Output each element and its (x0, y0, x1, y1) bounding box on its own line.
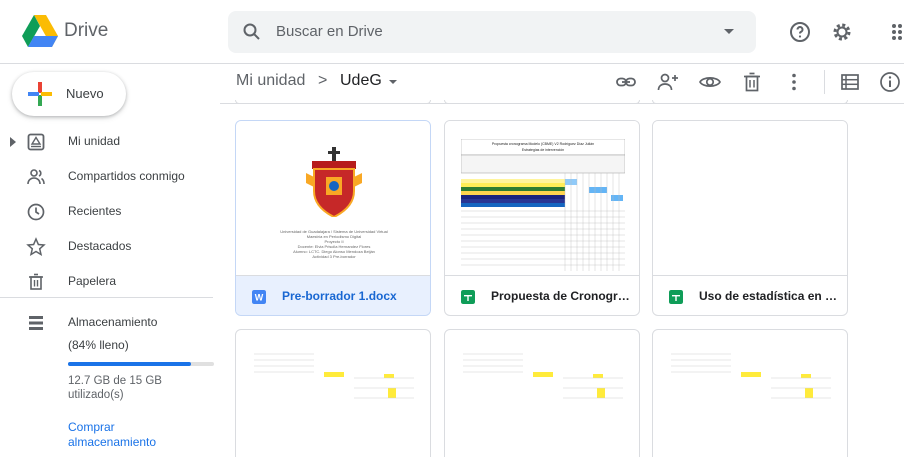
settings-gear-icon[interactable] (830, 20, 854, 44)
search-options-icon[interactable] (722, 24, 736, 38)
top-bar: Drive Buscar en Drive (0, 0, 904, 64)
trash-icon (29, 273, 43, 290)
sidebar-item-label: Compartidos conmigo (68, 169, 185, 183)
sidebar-item-storage[interactable]: Almacenamiento (0, 307, 215, 339)
search-box[interactable]: Buscar en Drive (228, 11, 756, 53)
sidebar-item-recent[interactable]: Recientes (0, 196, 215, 228)
apps-grid-icon[interactable] (888, 20, 904, 44)
brand-title[interactable]: Drive (64, 20, 108, 42)
list-view-icon[interactable] (838, 70, 862, 94)
breadcrumb-separator: > (318, 72, 328, 89)
star-icon (26, 237, 46, 257)
storage-usage-text: 12.7 GB de 15 GB utilizado(s) (68, 375, 162, 401)
google-sheets-icon (461, 290, 475, 304)
sidebar-item-starred[interactable]: Destacados (0, 231, 215, 263)
my-drive-icon (27, 133, 45, 151)
sidebar-item-trash[interactable]: Papelera (0, 266, 215, 298)
toolbar-divider (824, 70, 825, 94)
sidebar-item-shared[interactable]: Compartidos conmigo (0, 161, 215, 193)
storage-label: Almacenamiento (68, 315, 158, 329)
file-card-sheet[interactable]: Uso de estadística en sit... (652, 120, 848, 316)
document-text-preview: Universidad de Guadalajara / Sistema de … (254, 229, 414, 259)
shared-people-icon (27, 169, 45, 185)
storage-icon (29, 316, 43, 330)
file-name: Uso de estadística en sit... (699, 289, 839, 303)
file-name: Propuesta de Cronogram... (491, 289, 631, 303)
file-name: Pre-borrador 1.docx (282, 289, 397, 303)
new-button[interactable]: Nuevo (12, 72, 126, 116)
storage-progress-fill (68, 362, 191, 366)
sheet-subtitle: Estrategias de intervención (522, 148, 564, 152)
sidebar-item-label: Mi unidad (68, 134, 121, 148)
spreadsheet-preview-graphic (671, 353, 831, 399)
file-card-word[interactable]: Universidad de Guadalajara / Sistema de … (235, 120, 431, 316)
google-sheets-icon (669, 290, 683, 304)
file-card-partial[interactable] (444, 100, 640, 104)
spreadsheet-preview-graphic (254, 353, 414, 399)
preview-eye-icon[interactable] (698, 70, 722, 94)
svg-text:W: W (255, 293, 264, 303)
sidebar-item-label: Destacados (68, 239, 132, 253)
help-icon[interactable] (788, 20, 812, 44)
breadcrumb-my-drive[interactable]: Mi unidad (236, 72, 305, 90)
new-button-label: Nuevo (66, 86, 104, 101)
file-card-sheet[interactable]: Propuesta cronograma Modelo (CBME) V2 Ro… (444, 120, 640, 316)
storage-percent: (84% lleno) (68, 338, 129, 352)
word-doc-icon: W (252, 290, 266, 304)
more-vertical-icon[interactable] (782, 70, 806, 94)
storage-progress-bar (68, 362, 214, 366)
info-icon[interactable] (878, 70, 902, 94)
file-thumbnail: Universidad de Guadalajara / Sistema de … (236, 121, 430, 275)
file-card-sheet[interactable] (235, 329, 431, 457)
spreadsheet-preview-graphic: Propuesta cronograma Modelo (CBME) V2 Ro… (461, 139, 625, 271)
sidebar-item-label: Recientes (68, 204, 122, 218)
doc-line: Actividad 3 Pre-borrador (312, 254, 356, 259)
file-card-sheet[interactable] (444, 329, 640, 457)
search-input[interactable]: Buscar en Drive (276, 23, 383, 40)
sheet-title: Propuesta cronograma Modelo (CBME) V2 Ro… (492, 142, 594, 146)
expand-caret-icon[interactable] (10, 137, 16, 147)
file-card-footer: W Pre-borrador 1.docx (236, 275, 430, 315)
sidebar-item-my-drive[interactable]: Mi unidad (0, 126, 215, 158)
file-card-footer: Uso de estadística en sit... (653, 275, 847, 315)
file-card-partial[interactable] (235, 100, 431, 104)
clock-icon (27, 203, 45, 221)
breadcrumb-current-folder[interactable]: UdeG (340, 72, 382, 90)
sidebar-divider (0, 297, 213, 298)
file-card-sheet[interactable] (652, 329, 848, 457)
plus-icon (28, 82, 52, 106)
folder-menu-chevron-icon[interactable] (388, 78, 398, 86)
drive-logo-icon[interactable] (22, 15, 58, 47)
buy-storage-link[interactable]: Comprar almacenamiento (68, 420, 188, 450)
file-thumbnail: Propuesta cronograma Modelo (CBME) V2 Ro… (445, 121, 639, 275)
add-person-icon[interactable] (656, 70, 680, 94)
spreadsheet-preview-graphic (463, 353, 623, 399)
link-icon[interactable] (614, 70, 638, 94)
file-card-footer: Propuesta de Cronogram... (445, 275, 639, 315)
search-icon[interactable] (242, 22, 262, 42)
delete-trash-icon[interactable] (740, 70, 764, 94)
sidebar-item-label: Papelera (68, 274, 117, 288)
file-thumbnail (653, 121, 847, 275)
file-card-partial[interactable] (652, 100, 848, 104)
university-crest-icon (306, 147, 362, 217)
